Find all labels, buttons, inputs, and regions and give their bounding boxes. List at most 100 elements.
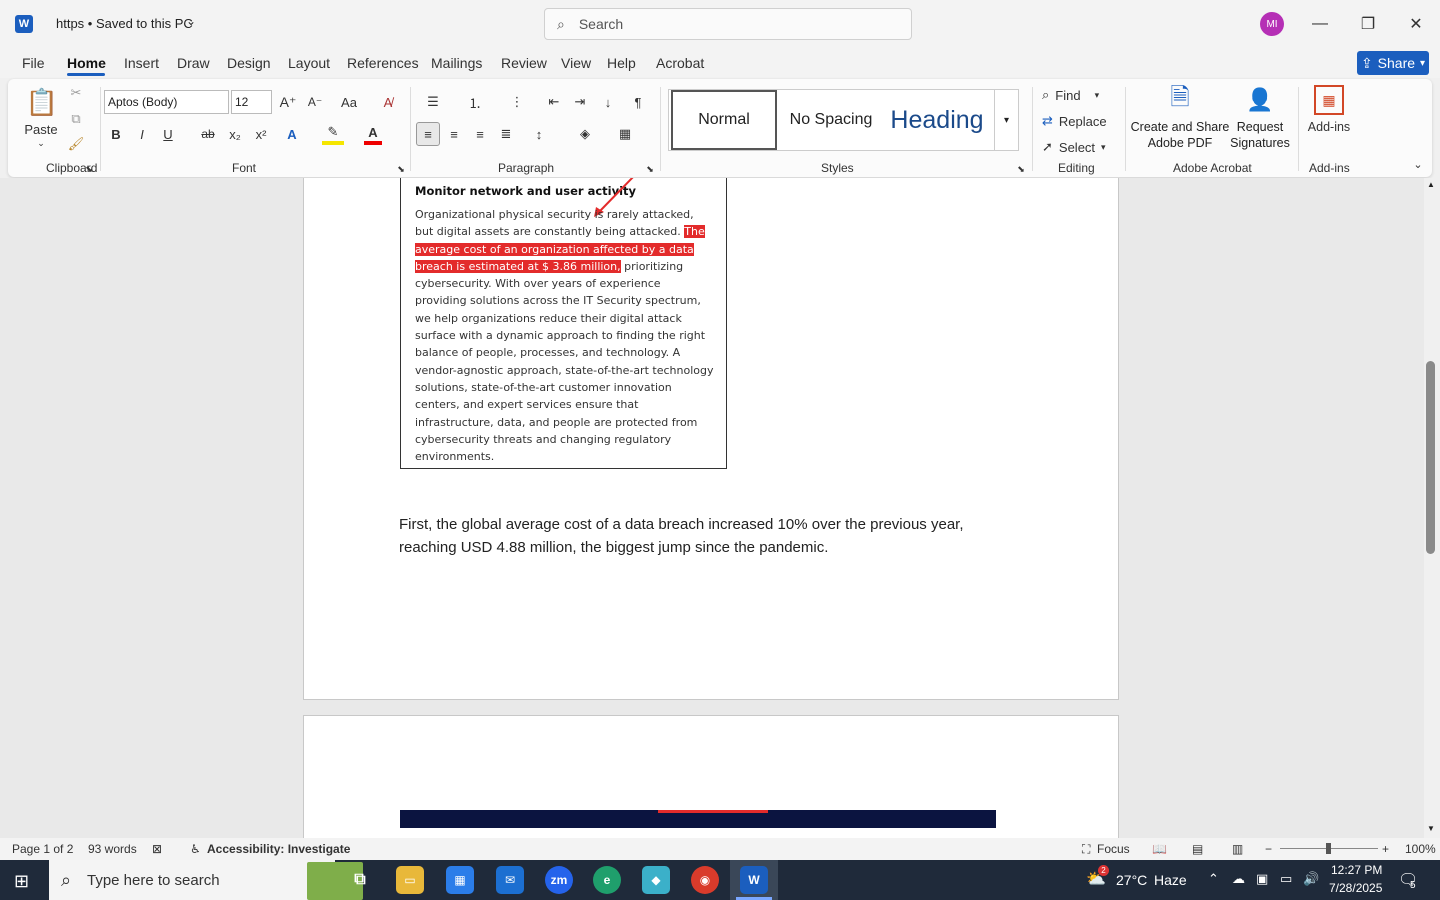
tab-help[interactable]: Help [607,55,636,71]
numbering-icon[interactable]: ⒈ [460,91,490,113]
zoom-icon[interactable]: zm [545,866,573,894]
font-size-field[interactable]: 12 [231,90,272,114]
align-center-icon[interactable]: ≡ [444,123,464,145]
chevron-up-icon[interactable]: ⌃ [1208,871,1219,887]
avatar[interactable]: MI [1260,12,1284,36]
select-button[interactable]: ➚ Select ▾ [1042,137,1122,157]
close-button[interactable]: ✕ [1404,12,1428,36]
italic-button[interactable]: I [134,123,150,145]
document-canvas[interactable]: Monitor network and user activity Organi… [0,178,1424,838]
word-taskbar-active[interactable]: W [730,860,778,900]
tab-file[interactable]: File [22,55,45,71]
chevron-down-icon[interactable]: ⌄ [186,14,196,28]
styles-more-icon[interactable]: ▾ [994,90,1018,150]
add-ins-icon[interactable]: ▦ [1314,85,1344,115]
highlight-color-icon[interactable]: ✎ [322,123,344,145]
cloud-icon[interactable]: ☁ [1232,871,1245,887]
shrink-font-icon[interactable]: A⁻ [305,91,325,113]
zoom-in-icon[interactable]: + [1382,842,1389,856]
word-count[interactable]: 93 words [88,842,137,856]
increase-indent-icon[interactable]: ⇥ [570,91,590,113]
scroll-up-icon[interactable]: ▲ [1427,180,1435,189]
font-name-field[interactable]: Aptos (Body) [104,90,229,114]
chevron-down-icon[interactable]: ⌄ [34,137,48,149]
borders-icon[interactable]: ▦ [610,123,640,145]
document-page[interactable]: Monitor network and user activity Organi… [303,178,1119,700]
scroll-down-icon[interactable]: ▼ [1427,824,1435,833]
search-box[interactable]: ⌕ Search [544,8,912,40]
bold-button[interactable]: B [108,123,124,145]
line-spacing-icon[interactable]: ↕ [524,123,554,145]
replace-button[interactable]: ⇄ Replace [1042,111,1122,131]
proofing-icon[interactable]: ⊠ [152,842,162,856]
share-button[interactable]: ⇪ Share ▾ [1357,51,1429,75]
subscript-icon[interactable]: x₂ [226,123,244,145]
tab-draw[interactable]: Draw [177,55,210,71]
justify-icon[interactable]: ≣ [496,123,516,145]
edge-icon[interactable]: e [593,866,621,894]
style-heading[interactable]: Heading [885,90,989,150]
multilevel-list-icon[interactable]: ⋮ [502,91,532,113]
strikethrough-button[interactable]: ab [198,123,218,145]
tab-references[interactable]: References [347,55,419,71]
text-effects-icon[interactable]: A [282,123,302,145]
volume-icon[interactable]: 🔊 [1303,871,1319,887]
create-pdf-icon[interactable]: 🗎 [1168,84,1192,115]
tab-view[interactable]: View [561,55,591,71]
font-color-icon[interactable]: A [364,123,382,145]
dialog-launcher-icon[interactable]: ⬊ [83,163,95,175]
tab-home[interactable]: Home [67,55,106,71]
request-signatures-icon[interactable]: 👤 [1246,85,1274,115]
restore-button[interactable]: ❐ [1356,12,1380,36]
weather-desc[interactable]: Haze [1154,872,1187,888]
change-case-button[interactable]: Aa [332,91,366,113]
print-layout-icon[interactable]: ▤ [1192,842,1203,856]
body-paragraph[interactable]: First, the global average cost of a data… [399,513,1019,559]
decrease-indent-icon[interactable]: ⇤ [544,91,564,113]
tab-insert[interactable]: Insert [124,55,159,71]
page-count[interactable]: Page 1 of 2 [12,842,73,856]
dialog-launcher-icon[interactable]: ⬊ [1015,163,1027,175]
grow-font-icon[interactable]: A⁺ [278,91,298,113]
focus-button[interactable]: Focus [1097,842,1130,856]
read-mode-icon[interactable]: 📖 [1152,842,1167,856]
bullets-icon[interactable]: ☰ [418,91,448,113]
find-button[interactable]: ⌕ Find ▾ [1042,85,1122,105]
format-painter-icon[interactable]: 🖌 [68,136,85,152]
tab-review[interactable]: Review [501,55,547,71]
cut-icon[interactable]: ✂ [68,85,84,101]
network-icon[interactable]: ▭ [1280,871,1292,887]
mail-icon[interactable]: ✉ [496,866,524,894]
vertical-scrollbar[interactable]: ▲ ▼ [1424,178,1440,838]
tab-acrobat[interactable]: Acrobat [656,55,704,71]
clock-date[interactable]: 7/28/2025 [1329,881,1382,895]
clock-time[interactable]: 12:27 PM [1331,863,1382,877]
meet-icon[interactable]: ▣ [1256,871,1268,887]
zoom-slider-thumb[interactable] [1326,843,1331,854]
embedded-image[interactable]: Monitor network and user activity Organi… [400,178,727,469]
pilcrow-icon[interactable]: ¶ [628,91,648,113]
tab-mailings[interactable]: Mailings [431,55,482,71]
shading-icon[interactable]: ◈ [570,123,600,145]
underline-button[interactable]: U [160,123,176,145]
paste-label[interactable]: Paste [24,121,58,137]
sort-icon[interactable]: ↓ [598,91,618,113]
copy-icon[interactable]: ⧉ [68,111,84,127]
add-ins-button[interactable]: Add-ins [1306,119,1352,135]
accessibility-status[interactable]: Accessibility: Investigate [207,842,350,856]
document-page-2[interactable] [303,715,1119,838]
web-layout-icon[interactable]: ▥ [1232,842,1243,856]
align-right-icon[interactable]: ≡ [470,123,490,145]
windows-start-icon[interactable]: ⊞ [14,871,29,892]
paste-icon[interactable]: 📋 [26,85,58,119]
page2-banner-image[interactable] [400,810,996,828]
zoom-out-icon[interactable]: − [1265,842,1272,856]
dialog-launcher-icon[interactable]: ⬊ [644,163,656,175]
taskbar-search[interactable]: ⌕ Type here to search [49,860,363,900]
word-icon[interactable]: W [15,15,33,33]
style-no-spacing[interactable]: No Spacing [779,90,883,150]
tab-design[interactable]: Design [227,55,271,71]
dialog-launcher-icon[interactable]: ⬊ [395,163,407,175]
minimize-button[interactable]: — [1308,12,1332,36]
tab-layout[interactable]: Layout [288,55,330,71]
